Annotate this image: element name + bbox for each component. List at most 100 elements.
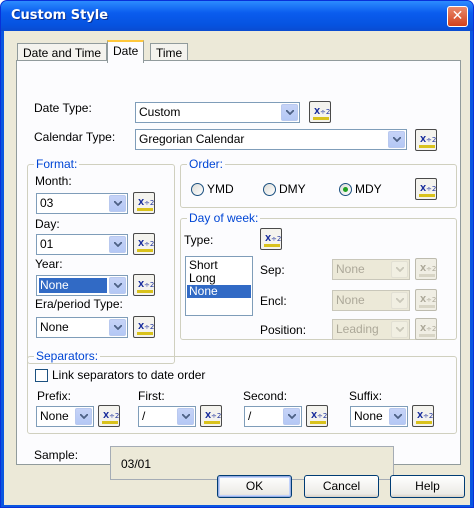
year-formula-button[interactable]: X ÷2 xyxy=(133,274,155,296)
svg-text:÷2: ÷2 xyxy=(423,412,433,420)
order-ymd-label[interactable]: YMD xyxy=(207,182,234,196)
link-separators-label[interactable]: Link separators to date order xyxy=(52,368,205,382)
formula-xy2-icon: X ÷2 xyxy=(416,411,433,424)
encl-value: None xyxy=(336,293,365,307)
formula-xy2-icon: X ÷2 xyxy=(137,322,154,335)
year-select[interactable]: None xyxy=(36,275,128,296)
formula-xy2-icon: X ÷2 xyxy=(419,184,436,197)
chevron-down-icon[interactable] xyxy=(75,408,92,425)
order-mdy-radio[interactable] xyxy=(339,183,352,196)
chevron-down-icon[interactable] xyxy=(391,261,408,278)
format-group-title: Format: xyxy=(34,157,80,171)
prefix-label: Prefix: xyxy=(37,389,72,403)
era-period-type-value: None xyxy=(40,320,69,334)
suffix-select[interactable]: None xyxy=(350,406,408,427)
first-formula-button[interactable]: X ÷2 xyxy=(200,405,222,427)
encl-formula-button[interactable]: X ÷2 xyxy=(415,289,437,311)
suffix-formula-button[interactable]: X ÷2 xyxy=(412,405,434,427)
chevron-down-icon[interactable] xyxy=(391,321,408,338)
chevron-down-icon[interactable] xyxy=(389,408,406,425)
chevron-down-icon[interactable] xyxy=(109,319,126,336)
sep-select[interactable]: None xyxy=(332,259,410,280)
position-formula-button[interactable]: X ÷2 xyxy=(415,318,437,340)
day-of-week-type-list[interactable]: Short Long None xyxy=(185,256,253,316)
second-select[interactable]: / xyxy=(244,406,302,427)
day-of-week-type-label: Type: xyxy=(184,233,214,247)
month-select[interactable]: 03 xyxy=(36,193,128,214)
date-type-select[interactable]: Custom xyxy=(135,102,300,123)
calendar-type-label: Calendar Type: xyxy=(34,130,116,144)
cancel-button[interactable]: Cancel xyxy=(304,475,379,498)
help-button[interactable]: Help xyxy=(390,475,465,498)
first-select[interactable]: / xyxy=(138,406,196,427)
formula-xy2-icon: X ÷2 xyxy=(102,411,119,424)
order-dmy-label[interactable]: DMY xyxy=(279,182,306,196)
date-type-formula-button[interactable]: X ÷2 xyxy=(309,101,331,123)
day-of-week-group-title: Day of week: xyxy=(187,211,261,225)
chevron-down-icon[interactable] xyxy=(177,408,194,425)
svg-text:÷2: ÷2 xyxy=(426,136,436,144)
suffix-value: None xyxy=(354,409,383,423)
position-value: Leading xyxy=(336,322,379,336)
calendar-type-formula-button[interactable]: X ÷2 xyxy=(415,129,437,151)
custom-style-dialog: Custom Style ✕ Date and Time Date Time D… xyxy=(0,0,474,508)
svg-text:÷2: ÷2 xyxy=(426,265,436,273)
day-select[interactable]: 01 xyxy=(36,234,128,255)
first-value: / xyxy=(142,409,146,423)
close-button[interactable]: ✕ xyxy=(447,6,468,27)
tab-date[interactable]: Date xyxy=(107,40,145,63)
prefix-formula-button[interactable]: X ÷2 xyxy=(98,405,120,427)
sep-formula-button[interactable]: X ÷2 xyxy=(415,258,437,280)
chevron-down-icon[interactable] xyxy=(109,277,126,294)
chevron-down-icon[interactable] xyxy=(283,408,300,425)
svg-text:÷2: ÷2 xyxy=(426,296,436,304)
day-label: Day: xyxy=(35,217,60,231)
formula-xy2-icon: X ÷2 xyxy=(264,234,281,247)
svg-text:÷2: ÷2 xyxy=(144,199,154,207)
link-separators-checkbox[interactable] xyxy=(35,369,48,382)
chevron-down-icon[interactable] xyxy=(109,195,126,212)
chevron-down-icon[interactable] xyxy=(388,131,405,148)
order-mdy-label[interactable]: MDY xyxy=(355,182,382,196)
era-period-type-select[interactable]: None xyxy=(36,317,128,338)
day-of-week-type-formula-button[interactable]: X ÷2 xyxy=(260,228,282,250)
prefix-select[interactable]: None xyxy=(36,406,94,427)
order-dmy-radio[interactable] xyxy=(263,183,276,196)
date-type-value: Custom xyxy=(139,105,181,119)
date-tab-panel: Date Type: Custom X ÷2 Calendar Type: Gre… xyxy=(16,60,461,480)
position-select[interactable]: Leading xyxy=(332,319,410,340)
svg-text:÷2: ÷2 xyxy=(320,108,330,116)
svg-text:÷2: ÷2 xyxy=(271,235,281,243)
encl-label: Encl: xyxy=(260,294,287,308)
formula-xy2-icon: X ÷2 xyxy=(419,264,436,277)
chevron-down-icon[interactable] xyxy=(109,236,126,253)
encl-select[interactable]: None xyxy=(332,290,410,311)
position-label: Position: xyxy=(260,323,307,337)
sample-label: Sample: xyxy=(34,448,79,462)
day-formula-button[interactable]: X ÷2 xyxy=(133,233,155,255)
chevron-down-icon[interactable] xyxy=(391,292,408,309)
day-value: 01 xyxy=(40,237,54,251)
formula-xy2-icon: X ÷2 xyxy=(419,135,436,148)
sample-value: 03/01 xyxy=(121,457,152,471)
era-period-type-formula-button[interactable]: X ÷2 xyxy=(133,316,155,338)
month-label: Month: xyxy=(35,174,72,188)
svg-text:÷2: ÷2 xyxy=(144,281,154,289)
svg-text:÷2: ÷2 xyxy=(109,412,119,420)
year-label: Year: xyxy=(35,257,63,271)
date-type-label: Date Type: xyxy=(34,101,92,115)
formula-xy2-icon: X ÷2 xyxy=(137,198,154,211)
order-ymd-radio[interactable] xyxy=(191,183,204,196)
calendar-type-select[interactable]: Gregorian Calendar xyxy=(135,129,407,150)
list-item-none[interactable]: None xyxy=(187,285,251,298)
formula-xy2-icon: X ÷2 xyxy=(313,107,330,120)
formula-xy2-icon: X ÷2 xyxy=(310,411,327,424)
order-formula-button[interactable]: X ÷2 xyxy=(415,178,437,200)
month-formula-button[interactable]: X ÷2 xyxy=(133,192,155,214)
sep-value: None xyxy=(336,262,365,276)
ok-button[interactable]: OK xyxy=(217,475,292,498)
second-formula-button[interactable]: X ÷2 xyxy=(306,405,328,427)
title-bar[interactable]: Custom Style ✕ xyxy=(1,1,473,31)
chevron-down-icon[interactable] xyxy=(281,104,298,121)
radio-selected-dot xyxy=(343,187,348,192)
